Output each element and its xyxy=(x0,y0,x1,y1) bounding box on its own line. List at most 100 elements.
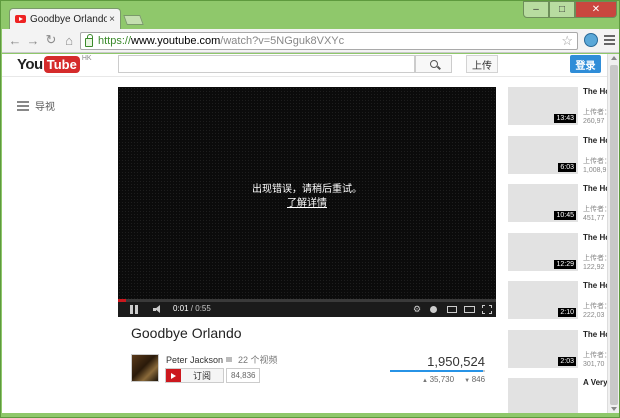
scroll-thumb[interactable] xyxy=(610,65,618,405)
video-thumbnail[interactable]: 2:10 xyxy=(508,281,578,319)
youtube-logo[interactable]: You Tube HK xyxy=(17,55,92,73)
like-count[interactable]: 35,730 xyxy=(422,375,454,384)
guide-button[interactable]: 导视 xyxy=(17,98,55,113)
youtube-play-icon xyxy=(166,369,181,382)
related-video-item[interactable]: 12:29 The Ho Produ 上传者： 122,92 xyxy=(508,233,607,271)
tab-strip: Goodbye Orlando - YouTube × – □ ✕ xyxy=(1,1,620,29)
minimize-button[interactable]: – xyxy=(523,1,549,18)
channel-avatar[interactable] xyxy=(131,354,159,382)
small-player-icon[interactable] xyxy=(447,306,457,313)
back-button[interactable]: ← xyxy=(8,33,22,48)
related-video-uploader: 上传者： xyxy=(583,352,607,359)
video-duration: 10:45 xyxy=(554,211,576,220)
related-video-title[interactable]: The Ho Produ xyxy=(583,233,607,243)
related-video-uploader: 上传者： xyxy=(583,109,607,116)
page-content: You Tube HK 上传 登录 导视 出现错误，请稍后重试。 了解详情 0:… xyxy=(2,54,607,413)
bookmark-star-icon[interactable]: ☆ xyxy=(561,33,573,49)
menu-icon[interactable] xyxy=(604,35,615,47)
scroll-up-icon[interactable] xyxy=(611,56,617,60)
like-ratio-fill xyxy=(390,370,483,372)
related-video-title[interactable]: The Ho Desola xyxy=(583,136,607,146)
video-thumbnail[interactable]: 10:45 xyxy=(508,184,578,222)
extension-icon[interactable] xyxy=(584,33,598,47)
learn-more-link[interactable]: 了解详情 xyxy=(287,198,327,209)
subscribe-button[interactable]: 订阅 xyxy=(165,368,224,383)
scroll-down-icon[interactable] xyxy=(611,407,617,411)
related-video-meta: 上传者： 1,008,9 xyxy=(583,157,607,175)
dislike-count[interactable]: 846 xyxy=(464,375,485,384)
related-video-views: 451,77 xyxy=(583,215,605,222)
youtube-masthead: You Tube HK 上传 登录 xyxy=(2,54,607,77)
error-learn-more: 了解详情 xyxy=(118,194,496,209)
related-video-views: 222,03 xyxy=(583,312,605,319)
maximize-button[interactable]: □ xyxy=(549,1,575,18)
video-duration: 2:10 xyxy=(558,308,576,317)
related-video-item[interactable]: A Very Farewe xyxy=(508,378,607,413)
related-video-item[interactable]: 2:03 The Ho Desola 上传者： 301,70 xyxy=(508,330,607,368)
channel-badge-icon xyxy=(226,357,233,362)
related-video-title[interactable]: The Ho Unexp xyxy=(583,87,607,97)
related-video-item[interactable]: 13:43 The Ho Unexp 上传者： 260,97 xyxy=(508,87,607,125)
video-player[interactable]: 出现错误，请稍后重试。 了解详情 0:01 / 0:55 ⚙ xyxy=(118,87,496,317)
logo-tube: Tube xyxy=(43,56,80,73)
reload-button[interactable]: ↻ xyxy=(44,32,58,47)
related-video-meta: 上传者： 260,97 xyxy=(583,108,607,126)
guide-label: 导视 xyxy=(35,102,55,113)
channel-name[interactable]: Peter Jackson xyxy=(166,355,223,365)
annotations-icon[interactable] xyxy=(430,306,437,313)
related-video-title[interactable]: The Ho Desola xyxy=(583,330,607,340)
pause-button[interactable] xyxy=(130,305,138,314)
video-thumbnail[interactable]: 2:03 xyxy=(508,330,578,368)
related-video-uploader: 上传者： xyxy=(583,206,607,213)
close-window-button[interactable]: ✕ xyxy=(575,1,617,18)
video-thumbnail[interactable] xyxy=(508,378,578,413)
settings-icon[interactable]: ⚙ xyxy=(413,305,421,314)
channel-video-count[interactable]: 22 个视频 xyxy=(238,353,278,366)
related-video-title[interactable]: The Ho Produ xyxy=(583,184,607,194)
related-video-title[interactable]: A Very Farewe xyxy=(583,378,607,388)
time-current: 0:01 xyxy=(173,304,189,313)
youtube-favicon-icon xyxy=(15,15,26,23)
forward-button[interactable]: → xyxy=(26,33,40,48)
address-bar[interactable]: https://www.youtube.com/watch?v=5NGguk8V… xyxy=(80,32,578,50)
large-player-icon[interactable] xyxy=(464,306,475,313)
vertical-scrollbar[interactable] xyxy=(607,54,619,413)
fullscreen-icon[interactable] xyxy=(482,305,492,314)
browser-window: Goodbye Orlando - YouTube × – □ ✕ ← → ↻ … xyxy=(0,0,620,418)
hamburger-icon xyxy=(17,99,29,113)
subscribe-label: 订阅 xyxy=(181,369,223,382)
related-video-views: 260,97 xyxy=(583,118,605,125)
video-thumbnail[interactable]: 12:29 xyxy=(508,233,578,271)
video-thumbnail[interactable]: 13:43 xyxy=(508,87,578,125)
related-video-meta: 上传者： 301,70 xyxy=(583,351,607,369)
logo-you: You xyxy=(17,56,43,73)
related-video-meta: 上传者： 451,77 xyxy=(583,205,607,223)
video-thumbnail[interactable]: 6:03 xyxy=(508,136,578,174)
volume-icon[interactable] xyxy=(153,305,163,314)
related-video-uploader: 上传者： xyxy=(583,158,607,165)
url-scheme: https:// xyxy=(98,35,132,47)
related-video-views: 301,70 xyxy=(583,361,605,368)
related-video-item[interactable]: 2:10 The Ho Desola 上传者： 222,03 xyxy=(508,281,607,319)
tab-close-icon[interactable]: × xyxy=(109,14,115,25)
related-video-meta: 上传者： 122,92 xyxy=(583,254,607,272)
browser-tab[interactable]: Goodbye Orlando - YouTube × xyxy=(9,8,121,29)
upload-button[interactable]: 上传 xyxy=(466,55,498,73)
search-button[interactable] xyxy=(415,55,452,73)
related-video-uploader: 上传者： xyxy=(583,303,607,310)
search-icon xyxy=(429,60,438,68)
window-controls: – □ ✕ xyxy=(523,1,617,18)
subscriber-count: 84,836 xyxy=(226,368,261,383)
related-video-item[interactable]: 10:45 The Ho Produ 上传者： 451,77 xyxy=(508,184,607,222)
related-video-uploader: 上传者： xyxy=(583,255,607,262)
time-total: 0:55 xyxy=(195,304,211,313)
login-button[interactable]: 登录 xyxy=(570,55,601,73)
search-input[interactable] xyxy=(118,55,415,73)
time-display: 0:01 / 0:55 xyxy=(173,304,211,313)
related-video-title[interactable]: The Ho Desola xyxy=(583,281,607,291)
url-path: /watch?v=5NGguk8VXYc xyxy=(220,35,345,47)
likes-row: 35,730 846 xyxy=(422,375,485,384)
new-tab-button[interactable] xyxy=(123,15,144,25)
related-video-item[interactable]: 6:03 The Ho Desola 上传者： 1,008,9 xyxy=(508,136,607,174)
home-button[interactable]: ⌂ xyxy=(62,33,76,48)
